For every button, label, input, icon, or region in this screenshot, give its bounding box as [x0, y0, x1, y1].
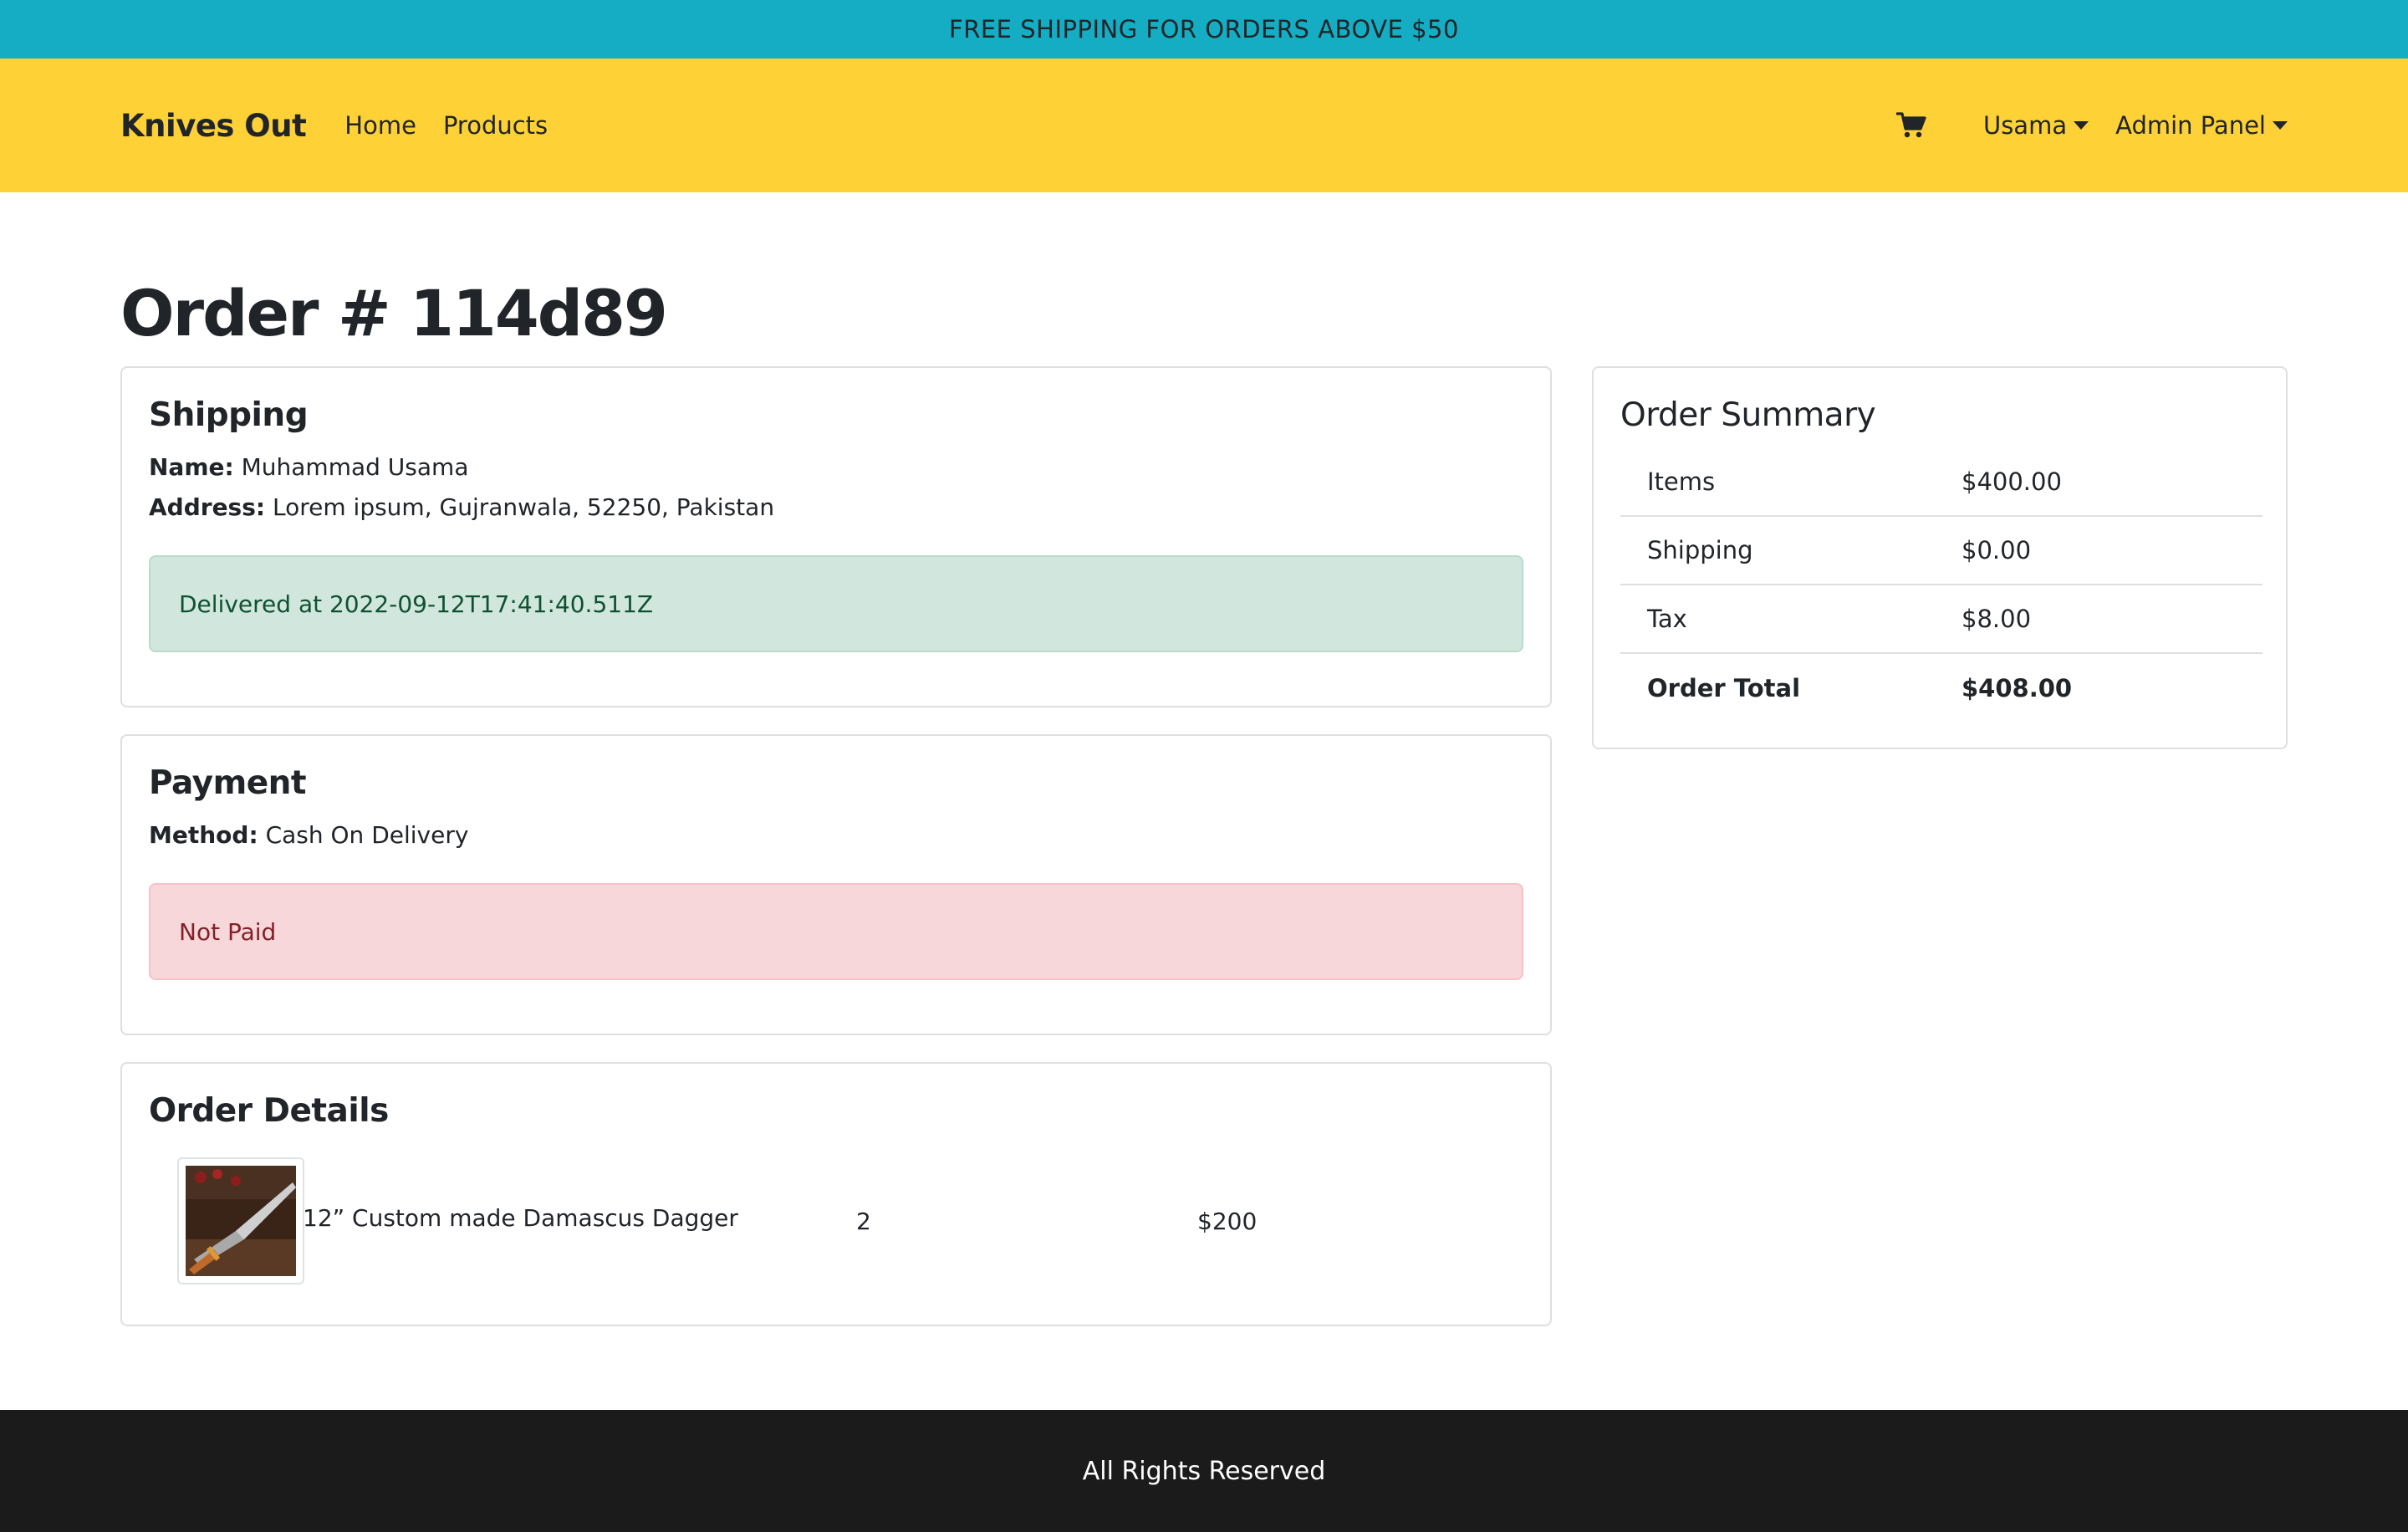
payment-status-alert: Not Paid: [149, 883, 1523, 980]
payment-method: Method: Cash On Delivery: [149, 821, 468, 849]
summary-row-tax: Tax $8.00: [1620, 585, 2263, 654]
summary-row-total: Order Total $408.00: [1620, 654, 2263, 723]
shipping-name: Name: Muhammad Usama: [149, 453, 468, 481]
payment-card: Payment Method: Cash On Delivery Not Pai…: [120, 734, 1552, 1035]
admin-panel-dropdown[interactable]: Admin Panel: [2115, 111, 2288, 140]
promo-banner: FREE SHIPPING FOR ORDERS ABOVE $50: [0, 0, 2408, 59]
user-menu-label: Usama: [1982, 111, 2068, 140]
footer: All Rights Reserved: [0, 1410, 2408, 1532]
nav-right: Usama Admin Panel: [1895, 111, 2288, 140]
product-price: $200: [1197, 1208, 1258, 1235]
summary-row-items: Items $400.00: [1620, 448, 2263, 517]
caret-down-icon: [2074, 121, 2089, 130]
admin-panel-label: Admin Panel: [2115, 111, 2266, 140]
summary-label: Items: [1647, 467, 1716, 496]
summary-label: Shipping: [1647, 536, 1753, 564]
product-quantity: 2: [856, 1208, 871, 1235]
promo-text: FREE SHIPPING FOR ORDERS ABOVE $50: [949, 15, 1459, 43]
caret-down-icon: [2273, 121, 2288, 130]
product-thumbnail[interactable]: [177, 1157, 304, 1284]
method-value: Cash On Delivery: [265, 821, 469, 849]
order-summary-heading: Order Summary: [1620, 396, 1876, 434]
summary-row-shipping: Shipping $0.00: [1620, 517, 2263, 585]
summary-value: $0.00: [1962, 536, 2032, 564]
address-label: Address:: [149, 493, 266, 521]
summary-label: Tax: [1647, 605, 1687, 633]
page-title: Order # 114d89: [120, 276, 668, 350]
summary-label: Order Total: [1647, 674, 1801, 702]
shipping-heading: Shipping: [149, 396, 309, 434]
nav-link-home[interactable]: Home: [344, 111, 416, 140]
shipping-address: Address: Lorem ipsum, Gujranwala, 52250,…: [149, 493, 774, 521]
method-label: Method:: [149, 821, 258, 849]
name-label: Name:: [149, 453, 234, 481]
name-value: Muhammad Usama: [241, 453, 469, 481]
nav-link-products[interactable]: Products: [443, 111, 548, 140]
order-details-heading: Order Details: [149, 1092, 389, 1130]
payment-status-text: Not Paid: [179, 917, 277, 946]
summary-value: $8.00: [1962, 605, 2032, 633]
delivery-status-alert: Delivered at 2022-09-12T17:41:40.511Z: [149, 555, 1523, 652]
shipping-card: Shipping Name: Muhammad Usama Address: L…: [120, 366, 1552, 707]
delivery-status-text: Delivered at 2022-09-12T17:41:40.511Z: [179, 590, 654, 618]
address-value: Lorem ipsum, Gujranwala, 52250, Pakistan: [273, 493, 775, 521]
shopping-cart-icon[interactable]: [1895, 112, 1926, 139]
user-menu-dropdown[interactable]: Usama: [1983, 111, 2089, 140]
dagger-image: [186, 1166, 296, 1276]
order-summary-card: Order Summary Items $400.00 Shipping $0.…: [1592, 366, 2288, 749]
summary-value: $408.00: [1962, 674, 2073, 702]
payment-heading: Payment: [149, 764, 307, 802]
summary-value: $400.00: [1962, 467, 2062, 496]
brand-logo[interactable]: Knives Out: [120, 108, 307, 144]
order-details-card: Order Details 12” Custom made Damascus D…: [120, 1062, 1552, 1326]
navbar: Knives Out Home Products Usama Admin Pan…: [0, 59, 2408, 192]
product-name[interactable]: 12” Custom made Damascus Dagger: [303, 1204, 738, 1232]
footer-text: All Rights Reserved: [1082, 1456, 1326, 1486]
